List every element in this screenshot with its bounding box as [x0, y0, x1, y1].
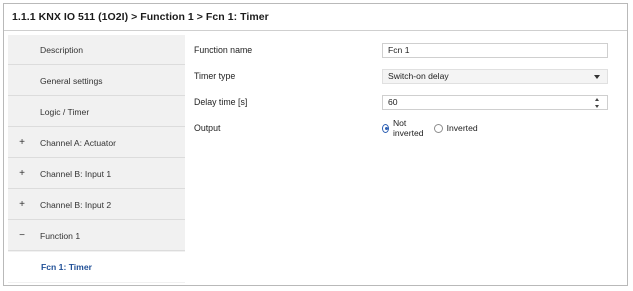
collapse-icon[interactable]: −	[14, 230, 30, 241]
sidebar-item-label: Channel A: Actuator	[40, 137, 116, 148]
expand-icon[interactable]: +	[14, 168, 30, 179]
spinner-icon[interactable]	[594, 97, 602, 108]
decrement-icon[interactable]	[595, 104, 599, 108]
increment-icon[interactable]	[595, 97, 599, 101]
chevron-down-icon[interactable]	[594, 74, 600, 79]
sidebar-item-label: Channel B: Input 1	[40, 168, 112, 179]
sidebar-item-label: Fcn 1: Timer	[41, 262, 92, 272]
radio-selected-icon[interactable]	[382, 123, 389, 133]
output-radio-group: Not inverted Inverted	[382, 118, 486, 138]
expand-icon[interactable]: +	[14, 199, 30, 210]
timer-type-label: Timer type	[194, 71, 236, 81]
sidebar-item-label: General settings	[40, 75, 103, 86]
sidebar: Description General settings Logic / Tim…	[8, 35, 185, 283]
sidebar-item-logic-timer[interactable]: Logic / Timer	[8, 97, 185, 127]
timer-type-select[interactable]: Switch-on delay	[382, 68, 608, 84]
sidebar-item-fcn-1-timer[interactable]: Fcn 1: Timer	[8, 252, 185, 282]
delay-time-value: 60	[388, 97, 398, 107]
sidebar-item-general-settings[interactable]: General settings	[8, 66, 185, 96]
delay-time-label: Delay time [s]	[194, 97, 248, 107]
sidebar-item-function-1[interactable]: − Function 1	[8, 221, 185, 251]
sidebar-item-label: Channel B: Input 2	[40, 199, 112, 210]
radio-label: Not inverted	[392, 118, 424, 138]
breadcrumb: 1.1.1 KNX IO 511 (1O2I) > Function 1 > F…	[4, 4, 627, 31]
radio-not-inverted[interactable]: Not inverted	[382, 118, 426, 138]
sidebar-item-channel-b-input-1[interactable]: + Channel B: Input 1	[8, 159, 185, 189]
sidebar-item-label: Function 1	[40, 230, 81, 241]
parameter-window: 1.1.1 KNX IO 511 (1O2I) > Function 1 > F…	[3, 3, 628, 286]
sidebar-item-label: Description	[40, 44, 83, 55]
sidebar-item-label: Logic / Timer	[40, 106, 90, 117]
function-name-value: Fcn 1	[388, 45, 410, 55]
radio-inverted[interactable]: Inverted	[433, 123, 478, 133]
output-label: Output	[194, 123, 221, 133]
radio-unselected-icon[interactable]	[433, 123, 443, 133]
expand-icon[interactable]: +	[14, 137, 30, 148]
function-name-input[interactable]: Fcn 1	[382, 42, 608, 58]
sidebar-item-channel-b-input-2[interactable]: + Channel B: Input 2	[8, 190, 185, 220]
timer-type-value: Switch-on delay	[388, 71, 449, 81]
sidebar-item-channel-a-actuator[interactable]: + Channel A: Actuator	[8, 128, 185, 158]
radio-label: Inverted	[446, 123, 478, 133]
function-name-label: Function name	[194, 45, 253, 55]
sidebar-item-description[interactable]: Description	[8, 35, 185, 65]
delay-time-input[interactable]: 60	[382, 94, 608, 110]
